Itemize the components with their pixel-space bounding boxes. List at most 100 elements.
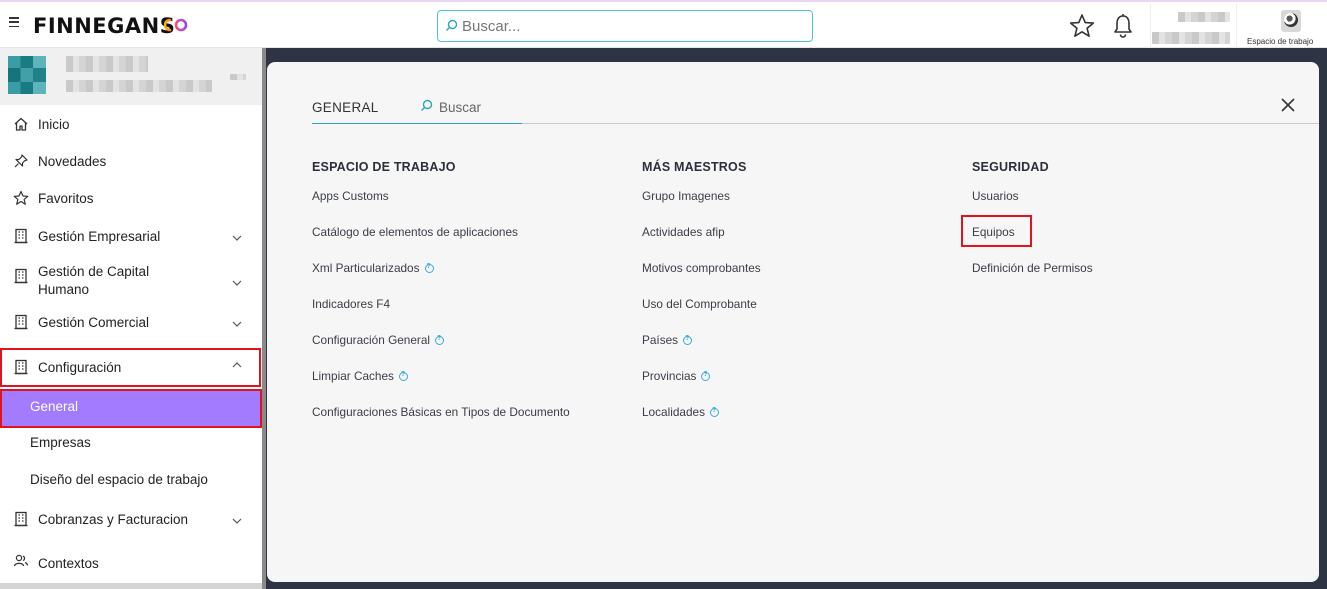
user-name-blurred <box>1178 12 1230 22</box>
link-catalogo-elementos[interactable]: Catálogo de elementos de aplicaciones <box>312 225 518 239</box>
link-usuarios[interactable]: Usuarios <box>972 189 1019 203</box>
workspace-switcher[interactable]: Espacio de trabajo <box>1236 4 1327 48</box>
tab-general[interactable]: GENERAL <box>312 100 379 115</box>
sidebar-subitem-diseno-espacio[interactable]: Diseño del espacio de trabajo <box>0 463 262 499</box>
help-icon[interactable] <box>701 371 711 381</box>
column-mas-maestros: MÁS MAESTROS Grupo Imagenes Actividades … <box>642 160 942 419</box>
profile-extra-blurred <box>230 74 246 80</box>
favorites-star-icon[interactable] <box>1069 13 1095 39</box>
link-label: Definición de Permisos <box>972 261 1093 275</box>
link-provincias[interactable]: Provincias <box>642 369 711 383</box>
users-icon <box>13 554 29 567</box>
sidebar-item-cobranzas-facturacion[interactable]: Cobranzas y Facturacion <box>0 510 262 530</box>
link-label: Usuarios <box>972 189 1019 203</box>
brand-co-logo-icon <box>164 18 188 32</box>
highlight-general <box>0 389 262 428</box>
sidebar-item-label: Gestión de Capital Humano <box>38 264 150 297</box>
link-limpiar-caches[interactable]: Limpiar Caches <box>312 369 408 383</box>
link-label: Países <box>642 333 679 347</box>
sidebar-item-label: Inicio <box>38 117 70 132</box>
sidebar-item-favoritos[interactable]: Favoritos <box>0 189 262 209</box>
close-icon[interactable] <box>1280 97 1296 113</box>
sidebar-item-gestion-empresarial[interactable]: Gestión Empresarial <box>0 227 262 247</box>
user-company-blurred <box>1152 32 1230 44</box>
link-label: Grupo Imagenes <box>642 189 730 203</box>
link-label: Motivos comprobantes <box>642 261 761 275</box>
column-espacio-de-trabajo: ESPACIO DE TRABAJO Apps Customs Catálogo… <box>312 160 632 419</box>
help-icon[interactable] <box>398 371 408 381</box>
chevron-down-icon <box>232 280 242 286</box>
profile-name-blurred <box>66 56 148 72</box>
sidebar-item-contextos[interactable]: Contextos <box>0 554 262 574</box>
sidebar-item-label: Favoritos <box>38 191 94 206</box>
link-uso-comprobante[interactable]: Uso del Comprobante <box>642 297 757 311</box>
sidebar-item-gestion-capital-humano[interactable]: Gestión de Capital Humano <box>0 263 262 301</box>
global-search-input[interactable] <box>462 16 802 36</box>
highlight-equipos <box>961 215 1032 247</box>
home-icon <box>14 117 28 131</box>
link-motivos-comprobantes[interactable]: Motivos comprobantes <box>642 261 761 275</box>
link-label: Configuraciones Básicas en Tipos de Docu… <box>312 405 570 419</box>
panel-search-input[interactable] <box>439 97 739 117</box>
hamburger-menu-icon[interactable] <box>9 17 19 27</box>
profile-header[interactable] <box>0 48 262 105</box>
chevron-down-icon <box>232 321 242 327</box>
column-title: MÁS MAESTROS <box>642 160 747 174</box>
sidebar-scrollbar[interactable] <box>262 48 266 589</box>
sidebar-item-gestion-comercial[interactable]: Gestión Comercial <box>0 313 262 333</box>
sidebar: Inicio Novedades Favoritos Gestión Empre… <box>0 48 266 589</box>
sidebar-bottom-bar <box>0 583 262 589</box>
workspace-label: Espacio de trabajo <box>1247 37 1314 46</box>
help-icon[interactable] <box>424 263 434 273</box>
general-menu-panel: GENERAL ESPACIO DE TRABAJO Apps Customs … <box>267 62 1319 582</box>
chevron-down-icon <box>232 235 242 241</box>
building-icon <box>14 511 28 527</box>
topbar-divider <box>1150 4 1151 48</box>
sidebar-subitem-label: Diseño del espacio de trabajo <box>30 472 208 487</box>
link-label: Actividades afip <box>642 225 725 239</box>
link-label: Provincias <box>642 369 697 383</box>
panel-divider-accent <box>312 123 522 124</box>
building-icon <box>14 314 28 330</box>
link-grupo-imagenes[interactable]: Grupo Imagenes <box>642 189 730 203</box>
global-search-box[interactable] <box>437 10 813 42</box>
profile-email-blurred <box>66 80 212 92</box>
help-icon[interactable] <box>683 335 693 345</box>
link-label: Catálogo de elementos de aplicaciones <box>312 225 518 239</box>
workspace-avatar <box>1281 10 1301 32</box>
avatar <box>8 56 46 94</box>
sidebar-item-inicio[interactable]: Inicio <box>0 115 262 135</box>
search-icon <box>421 99 433 111</box>
user-account-menu[interactable] <box>1152 8 1234 48</box>
building-icon <box>14 228 28 244</box>
chevron-down-icon <box>232 518 242 524</box>
sidebar-subitem-label: Empresas <box>30 435 91 450</box>
link-actividades-afip[interactable]: Actividades afip <box>642 225 725 239</box>
link-definicion-permisos[interactable]: Definición de Permisos <box>972 261 1093 275</box>
sidebar-item-label: Gestión Empresarial <box>38 229 161 244</box>
link-indicadores-f4[interactable]: Indicadores F4 <box>312 297 390 311</box>
star-icon <box>13 190 29 205</box>
sidebar-item-label: Gestión Comercial <box>38 315 150 330</box>
sidebar-subitem-empresas[interactable]: Empresas <box>0 426 262 462</box>
column-title: ESPACIO DE TRABAJO <box>312 160 456 174</box>
search-icon <box>446 19 458 31</box>
link-xml-particularizados[interactable]: Xml Particularizados <box>312 261 434 275</box>
notifications-bell-icon[interactable] <box>1112 13 1134 39</box>
building-icon <box>14 268 28 284</box>
link-label: Indicadores F4 <box>312 297 391 311</box>
link-configuracion-general[interactable]: Configuración General <box>312 333 445 347</box>
link-label: Configuración General <box>312 333 431 347</box>
help-icon[interactable] <box>709 407 719 417</box>
link-label: Localidades <box>642 405 705 419</box>
link-paises[interactable]: Países <box>642 333 693 347</box>
sidebar-item-novedades[interactable]: Novedades <box>0 152 262 172</box>
help-icon[interactable] <box>435 335 445 345</box>
link-configuraciones-basicas[interactable]: Configuraciones Básicas en Tipos de Docu… <box>312 405 570 419</box>
column-title: SEGURIDAD <box>972 160 1049 174</box>
link-label: Xml Particularizados <box>312 261 420 275</box>
sidebar-item-label: Novedades <box>38 154 107 169</box>
link-localidades[interactable]: Localidades <box>642 405 719 419</box>
brand-logo-text[interactable]: FINNEGANS <box>33 14 175 38</box>
link-apps-customs[interactable]: Apps Customs <box>312 189 389 203</box>
